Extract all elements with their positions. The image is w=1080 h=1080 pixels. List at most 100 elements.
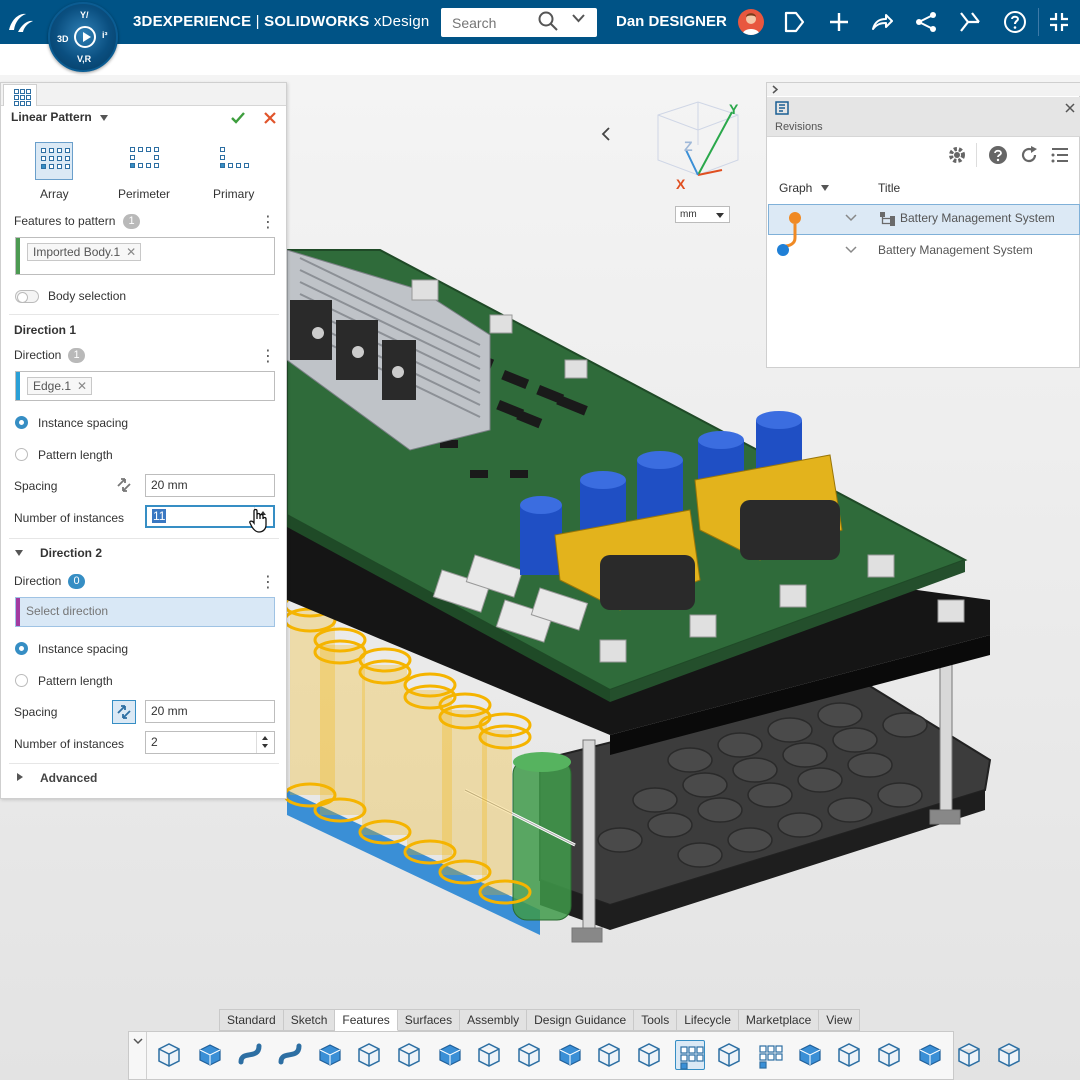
list-settings-icon[interactable] <box>1050 145 1070 165</box>
dassault-logo-icon[interactable] <box>6 10 36 36</box>
cancel-close-icon[interactable] <box>264 112 276 124</box>
tab-surfaces[interactable]: Surfaces <box>397 1009 461 1031</box>
user-name[interactable]: Dan DESIGNER <box>616 13 727 30</box>
tab-tools[interactable]: Tools <box>634 1009 678 1031</box>
features-field[interactable]: Imported Body.1 ✕ <box>15 237 275 275</box>
tab-standard[interactable]: Standard <box>219 1009 284 1031</box>
intersect-button[interactable] <box>955 1040 985 1070</box>
direction1-chip[interactable]: Edge.1 ✕ <box>27 377 93 395</box>
chevron-down-icon[interactable] <box>572 14 585 23</box>
circular-pattern-button[interactable] <box>715 1040 745 1070</box>
confirm-check-icon[interactable] <box>231 112 245 124</box>
combine-button[interactable] <box>915 1040 945 1070</box>
units-select[interactable]: mm <box>675 206 730 223</box>
pattern-type-array[interactable] <box>35 142 73 180</box>
gear-icon[interactable] <box>947 145 967 165</box>
body-selection-toggle[interactable] <box>15 290 39 303</box>
thicken-button[interactable] <box>355 1040 385 1070</box>
draft-button[interactable] <box>515 1040 545 1070</box>
avatar[interactable] <box>738 9 764 35</box>
delete-body-button[interactable] <box>875 1040 905 1070</box>
search-icon[interactable] <box>538 11 558 31</box>
chamfer-button[interactable] <box>435 1040 465 1070</box>
rib-button[interactable] <box>555 1040 585 1070</box>
toolbar-collapse-button[interactable] <box>129 1032 147 1079</box>
network-share-icon[interactable] <box>914 10 938 34</box>
remove-chip-icon[interactable]: ✕ <box>77 378 87 394</box>
direction1-instance-spacing-radio[interactable] <box>15 416 28 429</box>
column-graph[interactable]: Graph <box>779 181 812 195</box>
help-icon[interactable] <box>988 145 1008 165</box>
pattern-type-array-label[interactable]: Array <box>40 187 69 201</box>
features-menu-icon[interactable] <box>260 212 276 232</box>
apps-compass-icon[interactable] <box>958 10 982 34</box>
remove-chip-icon[interactable]: ✕ <box>126 244 136 260</box>
wrap-button[interactable] <box>995 1040 1025 1070</box>
reverse-direction-icon[interactable] <box>115 476 133 494</box>
direction1-pattern-length-radio[interactable] <box>15 448 28 461</box>
share-arrow-icon[interactable] <box>870 10 894 34</box>
direction2-header[interactable]: Direction 2 <box>40 546 102 560</box>
fullscreen-exit-icon[interactable] <box>1047 10 1071 34</box>
direction2-collapse-icon[interactable] <box>15 550 23 556</box>
direction2-instances-input[interactable]: 2 <box>145 731 275 754</box>
linear-pattern-button[interactable] <box>675 1040 705 1070</box>
extrude-button[interactable] <box>155 1040 185 1070</box>
tab-assembly[interactable]: Assembly <box>460 1009 528 1031</box>
tab-view[interactable]: View <box>819 1009 861 1031</box>
add-icon[interactable] <box>827 10 851 34</box>
revision-title-1[interactable]: Battery Management System <box>900 211 1055 225</box>
direction1-field[interactable]: Edge.1 ✕ <box>15 371 275 401</box>
tag-icon[interactable] <box>782 10 806 34</box>
title-dropdown-icon[interactable] <box>100 115 108 121</box>
pattern-type-primary-label[interactable]: Primary <box>213 187 254 201</box>
refresh-icon[interactable] <box>1019 145 1039 165</box>
hole-button[interactable] <box>595 1040 625 1070</box>
revision-title-2[interactable]: Battery Management System <box>878 243 1033 257</box>
tab-sketch[interactable]: Sketch <box>283 1009 336 1031</box>
chevron-right-icon[interactable] <box>771 85 779 94</box>
direction1-spacing-input[interactable]: 20 mm <box>145 474 275 497</box>
pattern-type-primary[interactable] <box>215 142 253 180</box>
panel-title[interactable]: Linear Pattern <box>11 110 92 124</box>
chevron-left-icon[interactable] <box>600 127 612 141</box>
play-icon[interactable] <box>74 26 96 48</box>
graph-sort-icon[interactable] <box>821 185 829 191</box>
direction2-menu-icon[interactable] <box>260 572 276 592</box>
move-face-button[interactable] <box>795 1040 825 1070</box>
help-icon[interactable] <box>1003 10 1027 34</box>
direction2-field[interactable] <box>15 597 275 627</box>
tab-lifecycle[interactable]: Lifecycle <box>677 1009 739 1031</box>
loft-button[interactable] <box>275 1040 305 1070</box>
tab-design-guidance[interactable]: Design Guidance <box>527 1009 635 1031</box>
compass-widget[interactable]: Y/ 3D i³ V,R <box>48 2 118 72</box>
tab-features[interactable]: Features <box>335 1009 398 1031</box>
direction2-input[interactable] <box>26 604 256 618</box>
direction1-menu-icon[interactable] <box>260 346 276 366</box>
feature-chip[interactable]: Imported Body.1 ✕ <box>27 243 142 261</box>
search-input[interactable] <box>441 8 537 37</box>
revisions-collapse-bar[interactable] <box>767 83 1080 96</box>
column-title[interactable]: Title <box>878 181 900 195</box>
tab-marketplace[interactable]: Marketplace <box>738 1009 820 1031</box>
curve-pattern-button[interactable] <box>755 1040 785 1070</box>
boundary-button[interactable] <box>315 1040 345 1070</box>
revolve-button[interactable] <box>195 1040 225 1070</box>
shell-button[interactable] <box>475 1040 505 1070</box>
chevron-down-icon[interactable] <box>845 246 857 254</box>
close-icon[interactable] <box>1065 103 1075 113</box>
split-button[interactable] <box>835 1040 865 1070</box>
chevron-down-icon[interactable] <box>845 214 857 222</box>
fillet-button[interactable] <box>395 1040 425 1070</box>
direction2-instance-spacing-radio[interactable] <box>15 642 28 655</box>
direction2-spacing-input[interactable]: 20 mm <box>145 700 275 723</box>
direction2-pattern-length-radio[interactable] <box>15 674 28 687</box>
panel-tab[interactable] <box>3 84 37 106</box>
pattern-type-perimeter-label[interactable]: Perimeter <box>118 187 170 201</box>
advanced-header[interactable]: Advanced <box>40 771 97 785</box>
direction2-instances-stepper[interactable] <box>256 732 274 753</box>
reverse-direction2-button[interactable] <box>112 700 136 724</box>
advanced-expand-icon[interactable] <box>17 773 23 781</box>
pattern-type-perimeter[interactable] <box>125 142 163 180</box>
mirror-button[interactable] <box>635 1040 665 1070</box>
